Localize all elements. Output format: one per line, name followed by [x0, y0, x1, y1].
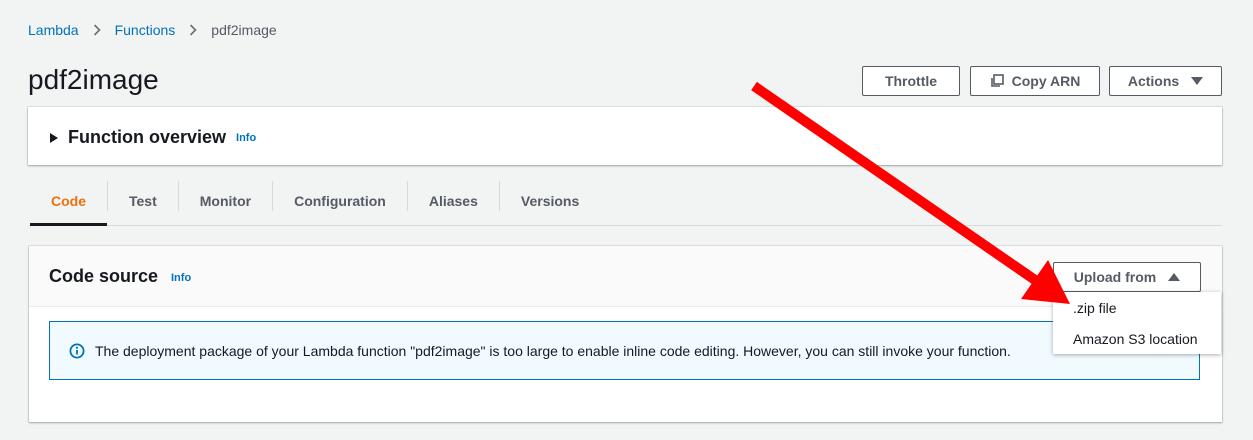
breadcrumb-lambda[interactable]: Lambda: [28, 22, 79, 38]
tab-code[interactable]: Code: [30, 176, 107, 226]
caret-right-icon: [50, 132, 58, 143]
throttle-button[interactable]: Throttle: [862, 66, 960, 96]
actions-dropdown-button[interactable]: Actions: [1109, 66, 1222, 96]
tab-versions[interactable]: Versions: [500, 176, 600, 225]
code-source-header: Code source Info: [29, 246, 1222, 307]
actions-button-label: Actions: [1127, 73, 1180, 89]
code-source-info-link[interactable]: Info: [171, 272, 191, 284]
function-overview-info-link[interactable]: Info: [236, 132, 256, 144]
caret-down-icon: [1191, 77, 1204, 85]
menu-item-s3-location[interactable]: Amazon S3 location: [1053, 323, 1221, 354]
info-circle-icon: [69, 343, 85, 359]
function-overview-title: Function overview: [68, 127, 227, 147]
function-tabs: Code Test Monitor Configuration Aliases …: [30, 176, 1222, 226]
menu-item-zip-file[interactable]: .zip file: [1053, 292, 1221, 323]
upload-from-button[interactable]: Upload from: [1053, 262, 1201, 292]
breadcrumb-functions[interactable]: Functions: [115, 22, 176, 38]
copy-icon: [990, 74, 1004, 88]
breadcrumb-current: pdf2image: [211, 22, 277, 38]
copy-arn-button[interactable]: Copy ARN: [970, 66, 1100, 96]
breadcrumb: Lambda Functions pdf2image: [28, 22, 277, 38]
tab-aliases[interactable]: Aliases: [408, 176, 499, 225]
page-title: pdf2image: [28, 64, 159, 95]
code-source-title: Code source: [49, 266, 159, 286]
function-overview-panel: Function overview Info: [28, 107, 1222, 165]
caret-up-icon: [1168, 273, 1181, 281]
code-source-panel: Code source Info The deployment package …: [29, 246, 1222, 422]
upload-from-menu: .zip file Amazon S3 location: [1053, 292, 1221, 354]
function-overview-toggle[interactable]: Function overview Info: [50, 127, 256, 148]
tab-monitor[interactable]: Monitor: [179, 176, 272, 225]
tab-configuration[interactable]: Configuration: [273, 176, 407, 225]
tab-test[interactable]: Test: [108, 176, 178, 225]
upload-from-label: Upload from: [1073, 269, 1157, 285]
info-alert-text: The deployment package of your Lambda fu…: [95, 342, 1011, 359]
copy-arn-button-label: Copy ARN: [1011, 73, 1081, 89]
chevron-right-icon: [93, 24, 101, 36]
info-alert: The deployment package of your Lambda fu…: [49, 321, 1200, 380]
throttle-button-label: Throttle: [884, 73, 938, 89]
chevron-right-icon: [189, 24, 197, 36]
